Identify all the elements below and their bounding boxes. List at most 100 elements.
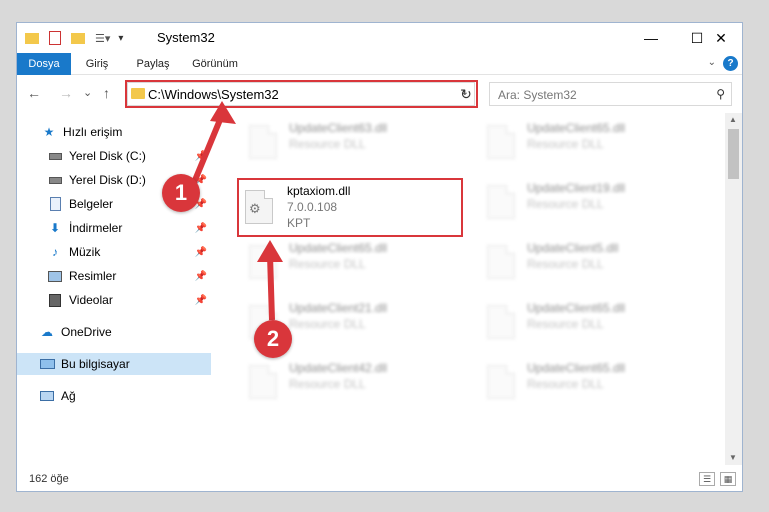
step-badge-1: 1 — [162, 174, 200, 212]
file-name: UpdateClient5.dll — [527, 241, 619, 255]
sidebar-item-this-pc[interactable]: Bu bilgisayar — [17, 353, 211, 375]
vertical-scrollbar[interactable]: ▲ ▼ — [725, 113, 742, 465]
scroll-down-icon[interactable]: ▼ — [729, 453, 737, 462]
sidebar-item-label: Yerel Disk (C:) — [69, 149, 146, 163]
file-icon — [487, 245, 515, 279]
highlighted-file-item[interactable]: ⚙ kptaxiom.dll 7.0.0.108 KPT — [237, 178, 463, 237]
new-folder-icon[interactable] — [71, 32, 85, 44]
folder-icon[interactable] — [25, 32, 39, 44]
navigation-bar: ← → ⌄ ↑ C:\Windows\System32 ⌄ ↻ Ara: Sys… — [17, 75, 742, 111]
scroll-up-icon[interactable]: ▲ — [729, 115, 737, 124]
title-bar: ☰▾ ▾ System32 — ☐ ✕ — [17, 23, 742, 53]
tab-share[interactable]: Paylaş — [131, 53, 175, 75]
file-type: Resource DLL — [527, 197, 604, 211]
file-item[interactable]: UpdateClient63.dll Resource DLL — [241, 117, 451, 167]
sidebar-item-label: Bu bilgisayar — [61, 357, 130, 371]
minimize-button[interactable]: — — [628, 23, 674, 53]
file-company: KPT — [287, 216, 311, 230]
search-box[interactable]: Ara: System32 ⚲ — [489, 82, 732, 106]
file-name: kptaxiom.dll — [287, 184, 351, 198]
search-placeholder[interactable]: Ara: System32 — [498, 88, 577, 102]
sidebar-item-label: İndirmeler — [69, 221, 123, 235]
tab-home[interactable]: Giriş — [77, 53, 117, 75]
step-badge-2: 2 — [254, 320, 292, 358]
sidebar-item-label: Belgeler — [69, 197, 114, 211]
sidebar-item-network[interactable]: Ağ — [17, 385, 211, 407]
drive-icon — [47, 148, 63, 164]
sidebar-item-music[interactable]: ♪ Müzik 📌 — [17, 241, 211, 263]
sidebar-item-label: Ağ — [61, 389, 76, 403]
file-type: Resource DLL — [527, 377, 604, 391]
customize-toolbar-icon[interactable]: ▾ — [118, 33, 123, 44]
status-bar: 162 öğe ☰ ▦ — [17, 469, 742, 491]
item-count: 162 öğe — [29, 473, 69, 485]
dll-file-icon: ⚙ — [245, 190, 273, 224]
file-icon — [249, 365, 277, 399]
file-type: Resource DLL — [527, 137, 604, 151]
search-icon[interactable]: ⚲ — [716, 87, 725, 101]
file-type: Resource DLL — [289, 377, 366, 391]
file-name: UpdateClient63.dll — [289, 121, 388, 135]
file-item[interactable]: UpdateClient65.dll Resource DLL — [479, 357, 689, 407]
file-icon — [249, 245, 277, 279]
back-button[interactable]: ← — [27, 85, 41, 101]
download-icon: ⬇ — [49, 221, 61, 235]
up-button[interactable]: ↑ — [103, 85, 110, 101]
gear-icon: ⚙ — [249, 201, 261, 216]
pin-icon: 📌 — [194, 222, 207, 234]
sidebar-item-quick-access[interactable]: ★ Hızlı erişim — [17, 121, 211, 143]
forward-button[interactable]: → — [59, 85, 73, 101]
sidebar-item-onedrive[interactable]: ☁ OneDrive — [17, 321, 211, 343]
sidebar-item-label: Müzik — [69, 245, 101, 259]
star-icon: ★ — [43, 125, 55, 139]
file-icon — [487, 125, 515, 159]
sidebar-item-label: OneDrive — [61, 325, 112, 339]
recent-locations-button[interactable]: ⌄ — [83, 86, 92, 99]
sidebar-item-label: Hızlı erişim — [63, 125, 123, 139]
scroll-thumb[interactable] — [728, 129, 739, 179]
file-type: Resource DLL — [527, 257, 604, 271]
details-view-icon[interactable]: ☰ — [699, 472, 715, 486]
tab-file[interactable]: Dosya — [17, 53, 71, 75]
pin-icon: 📌 — [194, 246, 207, 258]
file-type: Resource DLL — [289, 317, 366, 331]
window-title: System32 — [157, 30, 215, 45]
chevron-down-icon[interactable]: ⌄ — [708, 57, 716, 68]
view-options-icon[interactable]: ☰▾ — [95, 32, 110, 45]
sidebar-item-label: Yerel Disk (D:) — [69, 173, 146, 187]
file-item[interactable]: UpdateClient65.dll Resource DLL — [479, 297, 689, 347]
sidebar-item-videos[interactable]: Videolar 📌 — [17, 289, 211, 311]
sidebar-item-pictures[interactable]: Resimler 📌 — [17, 265, 211, 287]
quick-access-toolbar: ☰▾ ▾ — [25, 29, 123, 47]
documents-icon — [47, 196, 63, 212]
file-item[interactable]: UpdateClient19.dll Resource DLL — [479, 177, 689, 227]
file-item[interactable]: UpdateClient65.dll Resource DLL — [479, 117, 689, 167]
sidebar-item-drive-c[interactable]: Yerel Disk (C:) 📌 — [17, 145, 211, 167]
file-item[interactable]: UpdateClient5.dll Resource DLL — [479, 237, 689, 287]
pin-icon: 📌 — [194, 150, 207, 162]
large-icons-view-icon[interactable]: ▦ — [720, 472, 736, 486]
music-icon: ♪ — [52, 245, 58, 259]
file-type: Resource DLL — [527, 317, 604, 331]
file-name: UpdateClient65.dll — [527, 301, 626, 315]
file-name: UpdateClient42.dll — [289, 361, 388, 375]
file-icon — [487, 185, 515, 219]
file-item[interactable]: UpdateClient65.dll Resource DLL — [241, 237, 451, 287]
file-name: UpdateClient65.dll — [527, 121, 626, 135]
tab-view[interactable]: Görünüm — [187, 53, 243, 75]
drive-icon — [47, 172, 63, 188]
pictures-icon — [47, 268, 63, 284]
properties-icon[interactable] — [49, 31, 61, 45]
close-button[interactable]: ✕ — [698, 23, 744, 53]
file-icon — [249, 125, 277, 159]
file-list: UpdateClient63.dll Resource DLL UpdateCl… — [227, 113, 725, 461]
file-type: Resource DLL — [289, 257, 366, 271]
file-name: UpdateClient65.dll — [527, 361, 626, 375]
ribbon-tabs: Dosya Giriş Paylaş Görünüm ⌄ ? — [17, 53, 742, 75]
computer-icon — [39, 356, 55, 372]
file-name: UpdateClient21.dll — [289, 301, 388, 315]
file-name: UpdateClient65.dll — [289, 241, 388, 255]
sidebar-item-downloads[interactable]: ⬇ İndirmeler 📌 — [17, 217, 211, 239]
file-item[interactable]: UpdateClient42.dll Resource DLL — [241, 357, 451, 407]
help-icon[interactable]: ? — [723, 56, 738, 71]
